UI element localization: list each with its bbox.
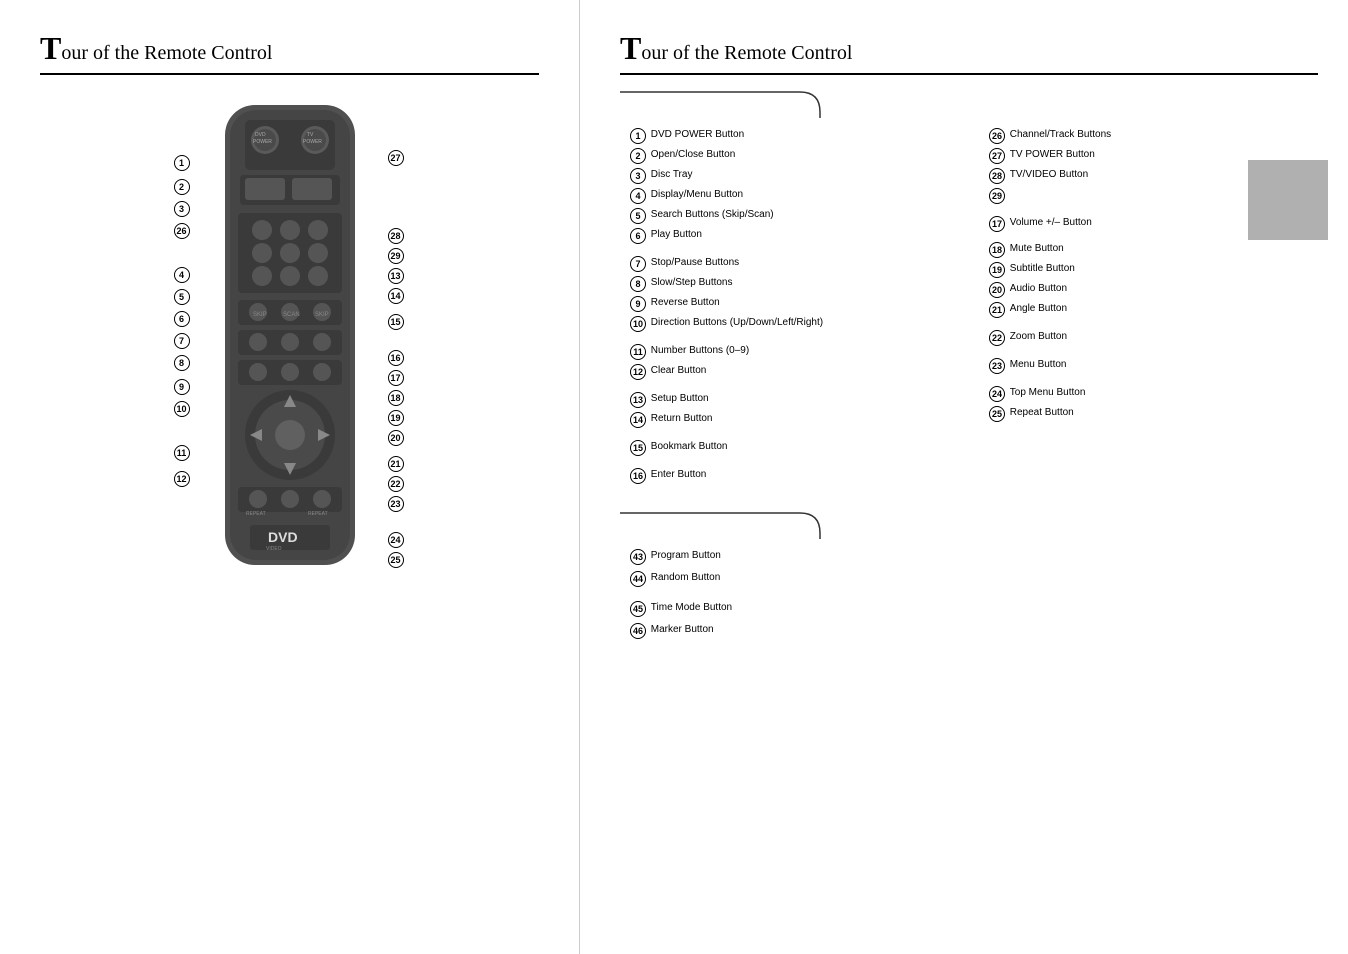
item-row-11: 11 Number Buttons (0–9) [630, 342, 959, 362]
item-row-1: 1 DVD POWER Button [630, 126, 959, 146]
item-row-s2-2: 44 Random Button [630, 569, 1318, 589]
item-row-22: 22 Zoom Button [989, 328, 1318, 348]
items-grid-section1: 1 DVD POWER Button 2 Open/Close Button 3… [620, 126, 1318, 486]
item-row-2: 2 Open/Close Button [630, 146, 959, 166]
remote-svg: DVD POWER TV POWER [200, 95, 380, 575]
callout-20: 20 [388, 430, 406, 446]
item-row-24: 24 Top Menu Button [989, 384, 1318, 404]
svg-text:VIDEO: VIDEO [266, 546, 282, 552]
item-row-14: 14 Return Button [630, 410, 959, 430]
svg-text:DVD: DVD [255, 132, 266, 138]
callout-11: 11 [174, 445, 192, 461]
svg-text:REPEAT: REPEAT [246, 511, 266, 517]
item-row-s2-3: 45 Time Mode Button [630, 599, 1318, 619]
item-row-s2-1: 43 Program Button [630, 547, 1318, 567]
right-section-title: T our of the Remote Control [620, 30, 1318, 75]
callout-13: 13 [388, 268, 406, 284]
svg-text:SKIP: SKIP [315, 312, 329, 318]
item-row-19: 19 Subtitle Button [989, 260, 1318, 280]
item-row-12: 12 Clear Button [630, 362, 959, 382]
callout-2: 2 [174, 179, 192, 195]
callout-4: 4 [174, 267, 192, 283]
callout-7: 7 [174, 333, 192, 349]
svg-text:REPEAT: REPEAT [308, 511, 328, 517]
svg-text:DVD: DVD [268, 529, 298, 545]
callout-28: 28 [388, 228, 406, 244]
item-row-21: 21 Angle Button [989, 300, 1318, 320]
remote-illustration-area: 1 2 3 26 4 5 6 [40, 95, 539, 575]
item-row-5: 5 Search Buttons (Skip/Scan) [630, 206, 959, 226]
title-rest-left: our of the Remote Control [61, 42, 272, 65]
page-container: T our of the Remote Control 1 2 3 26 [0, 0, 1348, 954]
callout-9: 9 [174, 379, 192, 395]
callout-14: 14 [388, 288, 406, 304]
item-row-16: 16 Enter Button [630, 466, 959, 486]
gray-decorative-box [1248, 160, 1328, 240]
callout-21: 21 [388, 456, 406, 472]
svg-text:TV: TV [307, 132, 314, 138]
item-row-9: 9 Reverse Button [630, 294, 959, 314]
items-grid-section2: 43 Program Button 44 Random Button 45 Ti… [620, 547, 1318, 641]
callout-5: 5 [174, 289, 192, 305]
callout-23: 23 [388, 496, 406, 512]
svg-text:POWER: POWER [253, 139, 272, 145]
item-row-23: 23 Menu Button [989, 356, 1318, 376]
callout-16: 16 [388, 350, 406, 366]
item-row-s2-4: 46 Marker Button [630, 621, 1318, 641]
item-row-4: 4 Display/Menu Button [630, 186, 959, 206]
item-row-15: 15 Bookmark Button [630, 438, 959, 458]
item-row-13: 13 Setup Button [630, 390, 959, 410]
callout-8: 8 [174, 355, 192, 371]
callout-15: 15 [388, 314, 406, 330]
svg-text:SKIP: SKIP [253, 312, 267, 318]
item-row-6: 6 Play Button [630, 226, 959, 246]
title-rest-right: our of the Remote Control [641, 42, 852, 65]
callout-22: 22 [388, 476, 406, 492]
item-row-18: 18 Mute Button [989, 240, 1318, 260]
callout-6: 6 [174, 311, 192, 327]
callout-24: 24 [388, 532, 406, 548]
items-left-col: 1 DVD POWER Button 2 Open/Close Button 3… [630, 126, 959, 486]
item-row-10: 10 Direction Buttons (Up/Down/Left/Right… [630, 314, 959, 334]
callout-27: 27 [388, 150, 406, 166]
item-row-20: 20 Audio Button [989, 280, 1318, 300]
callout-3: 3 [174, 201, 192, 217]
item-row-3: 3 Disc Tray [630, 166, 959, 186]
callout-12: 12 [174, 471, 192, 487]
item-row-25: 25 Repeat Button [989, 404, 1318, 424]
right-panel: T our of the Remote Control 1 DVD POWER … [580, 0, 1348, 954]
callout-17: 17 [388, 370, 406, 386]
callout-18: 18 [388, 390, 406, 406]
callout-1: 1 [174, 155, 192, 171]
callout-25: 25 [388, 552, 406, 568]
callout-10: 10 [174, 401, 192, 417]
title-big-t-right: T [620, 30, 641, 67]
callout-19: 19 [388, 410, 406, 426]
section2: 43 Program Button 44 Random Button 45 Ti… [620, 511, 1318, 641]
section1-bracket [620, 90, 840, 118]
left-panel: T our of the Remote Control 1 2 3 26 [0, 0, 580, 954]
item-row-26: 26 Channel/Track Buttons [989, 126, 1318, 146]
item-row-7: 7 Stop/Pause Buttons [630, 254, 959, 274]
callout-29: 29 [388, 248, 406, 264]
callout-26: 26 [174, 223, 192, 239]
svg-text:POWER: POWER [303, 139, 322, 145]
svg-text:SCAN: SCAN [283, 312, 300, 318]
section2-bracket [620, 511, 840, 539]
title-big-t-left: T [40, 30, 61, 67]
item-row-8: 8 Slow/Step Buttons [630, 274, 959, 294]
left-section-title: T our of the Remote Control [40, 30, 539, 75]
